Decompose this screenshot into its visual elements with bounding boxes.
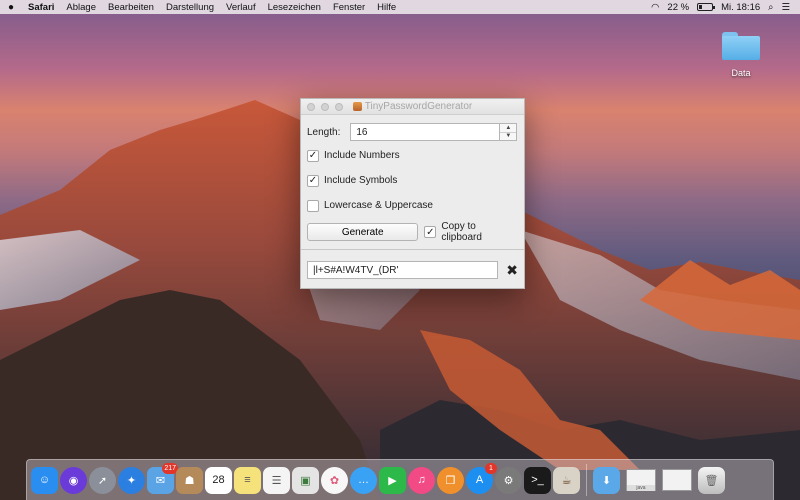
dock-separator [586, 464, 587, 496]
dock-icon-glyph: ⚙ [503, 474, 514, 487]
battery-icon[interactable] [697, 3, 716, 11]
itunes-icon[interactable]: ♫ [408, 466, 435, 494]
downloads-folder-icon[interactable]: ⬇ [593, 466, 620, 494]
dock-icon-glyph: ☗ [184, 474, 195, 487]
dock-icon-glyph: ✉ [155, 474, 166, 487]
password-output-field[interactable]: |l+S#A!W4TV_(DR' [307, 261, 499, 279]
desktop-folder-data[interactable]: Data [718, 32, 764, 78]
clear-icon[interactable]: ✖ [506, 262, 518, 279]
dock-icon-glyph: ▣ [300, 474, 311, 487]
calendar-icon[interactable]: 28 [205, 466, 232, 494]
finder-icon[interactable]: ☺ [31, 466, 58, 494]
launchpad-icon[interactable]: ➚ [89, 466, 116, 494]
preview-icon[interactable]: ▣ [292, 466, 319, 494]
include-symbols-label[interactable]: Include Symbols [324, 175, 397, 186]
copy-to-clipboard-checkbox[interactable]: ✓ [424, 226, 437, 238]
menu-bar-status: ◠ 22 % Mi. 18:16 ⌕ ☰ [651, 2, 800, 13]
contacts-icon[interactable]: ☗ [176, 466, 203, 494]
generate-button[interactable]: Generate [307, 223, 419, 241]
system-preferences-icon[interactable]: ⚙ [495, 466, 522, 494]
spotlight-search-icon[interactable]: ⌕ [768, 2, 773, 13]
dock-icon-glyph: ✦ [126, 474, 137, 487]
length-label: Length: [307, 126, 341, 138]
notes-icon[interactable]: ≡ [234, 466, 261, 494]
dock-icon-glyph: ✿ [329, 474, 340, 487]
messages-icon[interactable]: … [350, 466, 377, 494]
thumbnail-caption: java [627, 485, 655, 491]
dock-icon-glyph: ▶ [388, 474, 397, 487]
include-numbers-checkbox[interactable]: ✓ [307, 149, 319, 162]
dock-icon-glyph: ≡ [244, 474, 251, 486]
window-title-text: TinyPasswordGenerator [364, 101, 473, 112]
menu-verlauf[interactable]: Verlauf [220, 2, 262, 13]
menu-fenster[interactable]: Fenster [327, 2, 371, 13]
apple-menu-icon[interactable]: ● [0, 2, 22, 13]
dock-icon-glyph: ☕ [561, 474, 572, 487]
length-input[interactable]: 16 [350, 123, 501, 141]
menu-lesezeichen[interactable]: Lesezeichen [262, 2, 327, 13]
include-symbols-checkbox[interactable]: ✓ [307, 174, 319, 187]
mail-icon[interactable]: ✉ 217 [147, 462, 178, 494]
notification-center-icon[interactable]: ☰ [781, 2, 790, 13]
notification-badge: 1 [485, 462, 497, 474]
menu-bar: ● Safari Ablage Bearbeiten Darstellung V… [0, 0, 800, 14]
trash-icon[interactable]: 🗑 [698, 466, 725, 494]
password-generator-window: TinyPasswordGenerator Length: 16 ▲ ▼ ✓ I… [300, 98, 525, 289]
include-numbers-label[interactable]: Include Numbers [324, 150, 400, 161]
app-icon [352, 102, 362, 111]
wifi-icon[interactable]: ◠ [651, 2, 659, 13]
lowercase-uppercase-label[interactable]: Lowercase & Uppercase [324, 200, 433, 211]
dock-icon-glyph: ☺ [38, 474, 51, 486]
window-titlebar[interactable]: TinyPasswordGenerator [301, 99, 524, 115]
menu-app-name[interactable]: Safari [22, 2, 60, 13]
dock-icon-glyph: … [358, 474, 369, 486]
stepper-down-icon[interactable]: ▼ [500, 133, 516, 141]
include-numbers-row: ✓ Include Numbers [301, 143, 524, 168]
output-row: |l+S#A!W4TV_(DR' ✖ [301, 250, 524, 290]
dock-icon-glyph: A [475, 474, 484, 486]
reminders-icon[interactable]: ☰ [263, 466, 290, 494]
case-row: Lowercase & Uppercase [301, 193, 524, 218]
terminal-icon[interactable]: >_ [524, 466, 551, 494]
menu-bearbeiten[interactable]: Bearbeiten [102, 2, 160, 13]
menu-ablage[interactable]: Ablage [60, 2, 102, 13]
coffee-app-icon[interactable]: ☕ [553, 466, 580, 494]
length-row: Length: 16 ▲ ▼ [301, 121, 524, 143]
dock-icon-glyph: 28 [212, 474, 225, 486]
stepper-up-icon[interactable]: ▲ [500, 124, 517, 133]
window-thumbnail-java[interactable]: java [626, 469, 656, 491]
password-value: |l+S#A!W4TV_(DR' [313, 264, 399, 276]
dock-icon-glyph: ♫ [417, 474, 426, 486]
photos-icon[interactable]: ✿ [321, 466, 348, 494]
dock-icon-glyph: ❐ [445, 474, 456, 487]
siri-icon[interactable]: ◉ [60, 466, 87, 494]
copy-to-clipboard-label[interactable]: Copy to clipboard [441, 221, 518, 243]
dock-icon-glyph: ☰ [271, 474, 282, 487]
app-store-icon[interactable]: A1 [466, 462, 497, 494]
window-title: TinyPasswordGenerator [301, 101, 524, 112]
lowercase-uppercase-checkbox[interactable] [307, 199, 319, 212]
dock-icon-glyph: ➚ [97, 474, 108, 487]
folder-icon [722, 32, 760, 60]
window-thumbnail-2[interactable] [662, 469, 692, 491]
safari-icon[interactable]: ✦ [118, 466, 145, 494]
battery-percent[interactable]: 22 % [667, 2, 689, 13]
include-symbols-row: ✓ Include Symbols [301, 168, 524, 193]
facetime-icon[interactable]: ▶ [379, 466, 406, 494]
action-row: Generate ✓ Copy to clipboard [301, 220, 524, 244]
clock[interactable]: Mi. 18:16 [721, 2, 760, 13]
dock-icon-glyph: >_ [531, 474, 544, 486]
length-value: 16 [356, 126, 368, 138]
menu-hilfe[interactable]: Hilfe [371, 2, 402, 13]
ibooks-icon[interactable]: ❐ [437, 466, 464, 494]
menu-darstellung[interactable]: Darstellung [160, 2, 220, 13]
dock: ☺ ◉ ➚ ✦ ✉ 217 ☗ 28 ≡ ☰ ▣ ✿ … ▶ ♫ ❐ A 1 ⚙ >_ ☕ ⬇ java 🗑 [26, 459, 774, 500]
dock-icon-glyph: ◉ [68, 474, 79, 487]
length-stepper[interactable]: ▲ ▼ [500, 123, 518, 141]
folder-label: Data [731, 68, 751, 78]
